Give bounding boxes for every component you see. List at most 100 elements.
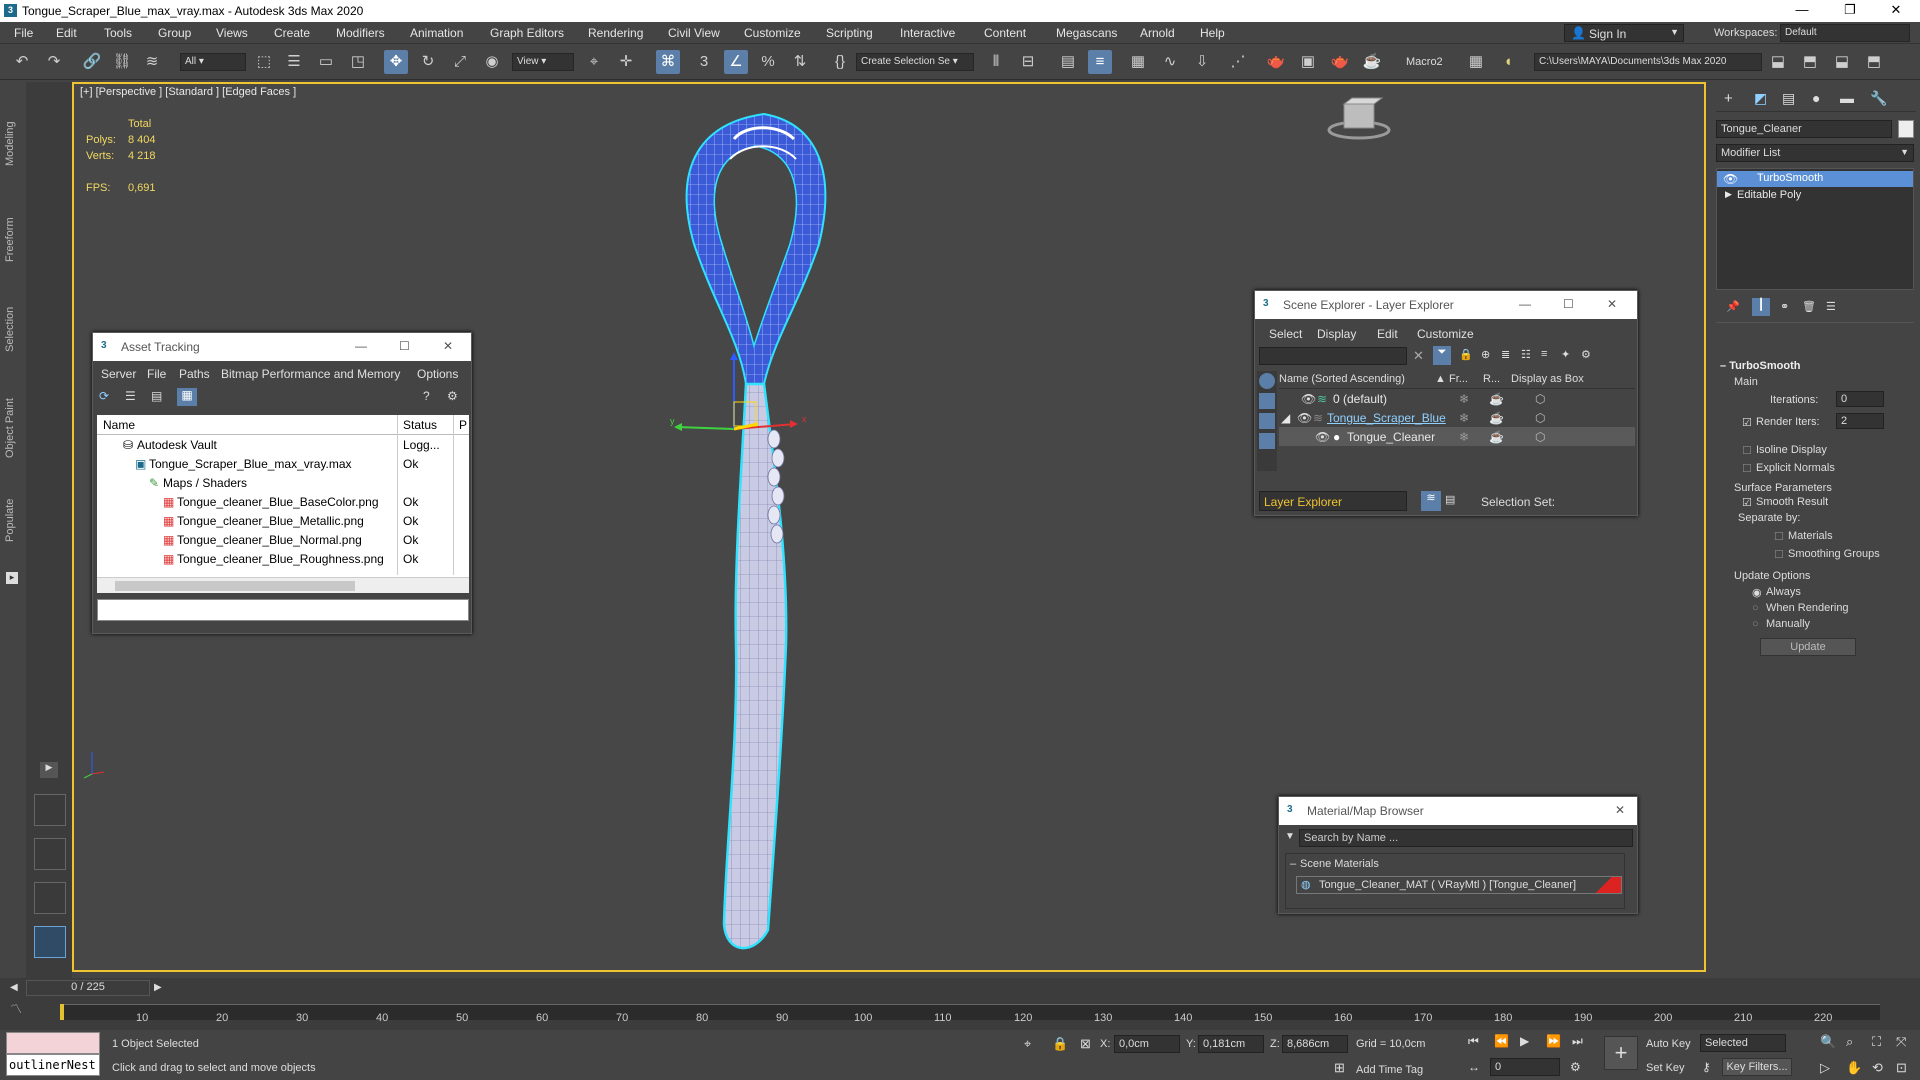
- expand-layouts-icon[interactable]: ▶: [40, 762, 58, 778]
- menu-scripting[interactable]: Scripting: [826, 26, 873, 40]
- unlink-icon[interactable]: ⛓: [110, 50, 134, 74]
- menu-interactive[interactable]: Interactive: [900, 26, 955, 40]
- select-manipulate-icon[interactable]: ✛: [614, 50, 638, 74]
- motion-tab-icon[interactable]: ●: [1812, 90, 1820, 106]
- snaps-toggle-icon[interactable]: 3: [692, 50, 716, 74]
- sign-in-button[interactable]: 👤 Sign In ▼: [1564, 24, 1684, 42]
- freeze-icon[interactable]: ❄: [1459, 411, 1469, 425]
- display-tab-icon[interactable]: ▬: [1840, 90, 1854, 106]
- modifier-editable-poly[interactable]: ▶ Editable Poly: [1717, 188, 1913, 204]
- time-tag-icon[interactable]: ⊞: [1334, 1060, 1345, 1076]
- select-object-icon[interactable]: ⬚: [252, 50, 276, 74]
- col-render[interactable]: R...: [1483, 373, 1500, 385]
- macro-button[interactable]: Macro2: [1406, 56, 1443, 68]
- absolute-mode-icon[interactable]: ⊠: [1080, 1036, 1091, 1052]
- render-icon[interactable]: ☕: [1489, 392, 1504, 406]
- menu-views[interactable]: Views: [216, 26, 248, 40]
- clear-search-icon[interactable]: ✕: [1413, 348, 1424, 364]
- menu-customize[interactable]: Customize: [744, 26, 801, 40]
- material-browser-titlebar[interactable]: Material/Map Browser 3 ✕: [1279, 797, 1637, 825]
- col-display-box[interactable]: Display as Box: [1511, 373, 1584, 385]
- project-folder-icon[interactable]: ⬓: [1766, 50, 1790, 74]
- asset-row[interactable]: ▦ Tongue_cleaner_Blue_BaseColor.png Ok: [97, 492, 469, 511]
- zoom-all-icon[interactable]: ⌕: [1846, 1034, 1853, 1050]
- col-status[interactable]: Status: [403, 418, 437, 432]
- render-iterative-icon[interactable]: ☕: [1360, 50, 1384, 74]
- next-frame-icon[interactable]: ▶: [154, 982, 162, 993]
- asset-row[interactable]: ▣ Tongue_Scraper_Blue_max_vray.max Ok: [97, 454, 469, 473]
- col-name[interactable]: Name (Sorted Ascending): [1279, 373, 1405, 385]
- object-name-field[interactable]: Tongue_Cleaner: [1716, 120, 1892, 138]
- menu-content[interactable]: Content: [984, 26, 1026, 40]
- window-crossing-icon[interactable]: ◳: [346, 50, 370, 74]
- at-menu-server[interactable]: Server: [101, 367, 136, 381]
- render-production-icon[interactable]: 🫖: [1328, 50, 1352, 74]
- named-selection-dropdown[interactable]: Create Selection Se ▾: [856, 53, 974, 71]
- scene-explorer-icon[interactable]: ▤: [1056, 50, 1080, 74]
- freeze-icon[interactable]: ❄: [1459, 392, 1469, 406]
- set-key-button[interactable]: Set Key: [1646, 1062, 1685, 1074]
- display-geometry-icon[interactable]: [1259, 393, 1275, 409]
- current-frame-field[interactable]: 0: [1490, 1058, 1560, 1076]
- layers-icon[interactable]: ≣: [1501, 348, 1510, 361]
- minimize-icon[interactable]: —: [1519, 297, 1531, 311]
- pan-icon[interactable]: ✋: [1846, 1060, 1862, 1076]
- select-by-name-icon[interactable]: ☰: [282, 50, 306, 74]
- show-end-result-icon[interactable]: ┃: [1752, 298, 1770, 316]
- materials-checkbox[interactable]: ☐: [1774, 530, 1784, 543]
- auto-key-button[interactable]: Auto Key: [1646, 1038, 1691, 1050]
- se-menu-edit[interactable]: Edit: [1377, 327, 1398, 341]
- collapse-arrow-icon[interactable]: ◢: [1281, 411, 1290, 425]
- save-file-icon[interactable]: ⬓: [1830, 50, 1854, 74]
- layer-row[interactable]: 👁 ≋ 0 (default) ❄ ☕ ⬡: [1279, 389, 1635, 408]
- display-cameras-icon[interactable]: [1259, 433, 1275, 449]
- frame-marker[interactable]: [60, 1004, 64, 1020]
- percent-snap-icon[interactable]: %: [756, 50, 780, 74]
- next-key-icon[interactable]: ⏩: [1546, 1034, 1561, 1048]
- material-search-input[interactable]: Search by Name ...: [1299, 829, 1633, 847]
- help-icon[interactable]: ?: [423, 389, 430, 403]
- display-lights-icon[interactable]: [1259, 413, 1275, 429]
- utilities-tab-icon[interactable]: 🔧: [1870, 90, 1887, 107]
- modifier-turbosmooth[interactable]: 👁 TurboSmooth: [1717, 171, 1913, 187]
- add-time-tag[interactable]: Add Time Tag: [1356, 1064, 1423, 1076]
- selection-set-icon[interactable]: ▤: [1445, 493, 1455, 506]
- isoline-checkbox[interactable]: ☐: [1742, 444, 1752, 457]
- horizontal-scrollbar[interactable]: [97, 577, 469, 593]
- maximize-icon[interactable]: ☐: [1563, 297, 1574, 311]
- selection-lock-icon[interactable]: 🔒: [1052, 1036, 1068, 1052]
- x-coordinate-field[interactable]: 0,0cm: [1114, 1035, 1180, 1053]
- tab-modeling[interactable]: Modeling: [4, 96, 20, 166]
- always-radio[interactable]: ◉: [1752, 586, 1762, 599]
- se-menu-customize[interactable]: Customize: [1417, 327, 1474, 341]
- modifier-list-dropdown[interactable]: Modifier List ▼: [1716, 144, 1914, 162]
- curve-editor-icon[interactable]: ∿: [1158, 50, 1182, 74]
- orbit-icon[interactable]: ⟲: [1872, 1060, 1883, 1076]
- key-filters-button[interactable]: Key Filters...: [1722, 1058, 1792, 1076]
- render-iters-checkbox[interactable]: ☑: [1742, 416, 1752, 429]
- when-rendering-radio[interactable]: ○: [1752, 602, 1759, 614]
- explorer-type-dropdown[interactable]: Layer Explorer: [1259, 491, 1407, 511]
- freeze-icon[interactable]: ❄: [1459, 430, 1469, 444]
- edit-named-selection-icon[interactable]: {}: [828, 50, 852, 74]
- set-key-icon[interactable]: +: [1604, 1036, 1638, 1070]
- scene-search-input[interactable]: [1259, 347, 1407, 365]
- track-bar[interactable]: [60, 1004, 1880, 1020]
- configure-sets-icon[interactable]: ☰: [1826, 300, 1836, 313]
- menu-group[interactable]: Group: [158, 26, 191, 40]
- material-editor-icon[interactable]: ⋰: [1226, 50, 1250, 74]
- layout-split-icon[interactable]: [34, 838, 66, 870]
- curve-editor-mini-icon[interactable]: 〽: [10, 1000, 50, 1026]
- goto-end-icon[interactable]: ⏭: [1572, 1034, 1583, 1049]
- menu-graph-editors[interactable]: Graph Editors: [490, 26, 564, 40]
- asset-path-field[interactable]: [97, 599, 469, 621]
- zoom-extents-icon[interactable]: ⛶: [1872, 1034, 1881, 1050]
- asset-tracking-titlebar[interactable]: Asset Tracking 3 — ☐ ✕: [93, 333, 471, 361]
- angle-snap-icon[interactable]: ∠: [724, 50, 748, 74]
- tab-object-paint[interactable]: Object Paint: [4, 372, 20, 458]
- filter-icon[interactable]: ⏷: [1433, 346, 1451, 365]
- asset-row[interactable]: ⛁ Autodesk Vault Logg...: [97, 435, 469, 454]
- visibility-eye-icon[interactable]: 👁: [1315, 430, 1330, 444]
- visibility-eye-icon[interactable]: 👁: [1301, 392, 1316, 406]
- render-icon[interactable]: ☕: [1489, 430, 1504, 444]
